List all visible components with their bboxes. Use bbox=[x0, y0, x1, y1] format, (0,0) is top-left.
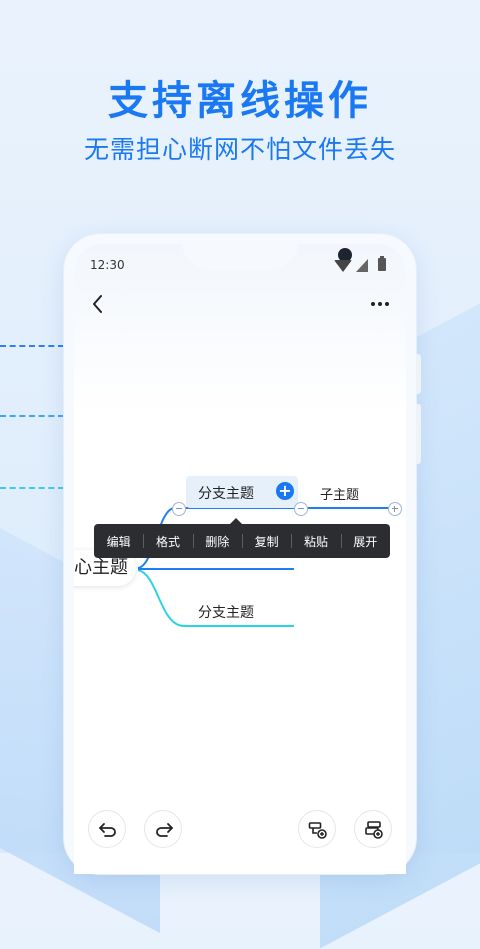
promo-headline: 支持离线操作 bbox=[108, 78, 372, 124]
decorative-dashed-line bbox=[0, 415, 64, 417]
add-node-button[interactable]: + bbox=[276, 482, 294, 500]
redo-button[interactable] bbox=[144, 810, 182, 848]
branch-topic-1-label: 分支主题 bbox=[198, 486, 254, 502]
menu-item-edit[interactable]: 编辑 bbox=[94, 533, 143, 550]
phone-mockup: 12:30 分支主题 + 子主题 分支主题 心主题 编辑 格式 删除 复制 粘贴… bbox=[64, 234, 421, 874]
decorative-dashed-line bbox=[0, 487, 64, 489]
redo-icon bbox=[156, 823, 173, 837]
node-context-menu: 编辑 格式 删除 复制 粘贴 展开 bbox=[94, 518, 390, 558]
phone-side-button bbox=[416, 354, 421, 394]
phone-side-button bbox=[416, 404, 421, 464]
branch-topic-2-label[interactable]: 分支主题 bbox=[198, 602, 254, 622]
menu-item-paste[interactable]: 粘贴 bbox=[291, 533, 340, 550]
promo-subline: 无需担心断网不怕文件丢失 bbox=[83, 135, 396, 164]
menu-item-delete[interactable]: 删除 bbox=[192, 533, 242, 550]
undo-button[interactable] bbox=[88, 810, 126, 848]
collapse-button[interactable] bbox=[172, 502, 186, 516]
menu-item-copy[interactable]: 复制 bbox=[241, 533, 291, 550]
expand-button[interactable] bbox=[388, 502, 402, 516]
add-sibling-node-icon bbox=[365, 821, 383, 839]
add-child-node-icon bbox=[308, 822, 327, 839]
child-topic-label[interactable]: 子主题 bbox=[320, 484, 359, 503]
mindmap-canvas[interactable]: 分支主题 + 子主题 分支主题 心主题 编辑 格式 删除 复制 粘贴 展开 bbox=[74, 244, 406, 874]
add-child-node-button[interactable] bbox=[298, 810, 336, 848]
add-sibling-node-button[interactable] bbox=[354, 810, 392, 848]
menu-item-expand[interactable]: 展开 bbox=[340, 533, 390, 550]
phone-screen: 12:30 分支主题 + 子主题 分支主题 心主题 编辑 格式 删除 复制 粘贴… bbox=[74, 244, 406, 874]
collapse-button[interactable] bbox=[294, 502, 308, 516]
decorative-dashed-line bbox=[0, 345, 64, 347]
undo-icon bbox=[99, 823, 116, 837]
menu-item-format[interactable]: 格式 bbox=[143, 533, 192, 550]
